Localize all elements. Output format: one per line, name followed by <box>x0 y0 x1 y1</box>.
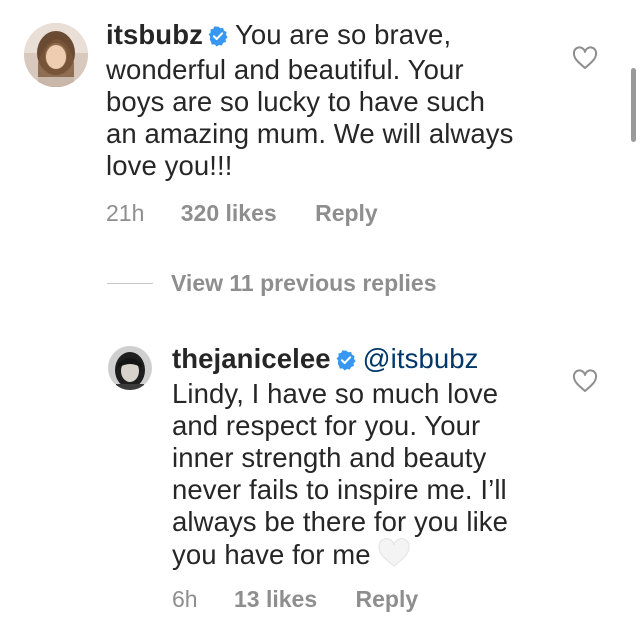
verified-badge-icon <box>335 346 357 378</box>
comment-line-text: never fails to inspire me. I’ll <box>172 474 507 505</box>
comment-line-text: an amazing mum. We will always <box>106 118 514 149</box>
comment-text: thejanicelee @itsbubz Lindy, I have so mu… <box>172 343 612 575</box>
comment-meta: 21h 320 likes Reply <box>106 200 378 227</box>
scrollbar[interactable] <box>631 68 636 142</box>
comment-line-text: boys are so lucky to have such <box>106 86 486 117</box>
username[interactable]: thejanicelee <box>172 343 331 374</box>
comment-line-text: You are so brave, <box>234 19 452 50</box>
comment-line-text: love you!!! <box>106 150 233 181</box>
comment-text: itsbubz You are so brave, wonderful and b… <box>106 19 586 182</box>
comment-line-text: inner strength and beauty <box>172 442 487 473</box>
comment-line-text: wonderful and beautiful. Your <box>106 54 464 85</box>
comment-meta: 6h 13 likes Reply <box>172 586 418 613</box>
comment-line: you have for me <box>172 538 612 575</box>
likes-count[interactable]: 13 likes <box>234 586 317 613</box>
verified-badge-icon <box>207 22 229 54</box>
comment-itsbubz: itsbubz You are so brave, wonderful and b… <box>0 0 640 240</box>
comment-thejanicelee: thejanicelee @itsbubz Lindy, I have so mu… <box>0 330 640 622</box>
comment-line-text: Lindy, I have so much love <box>172 378 499 409</box>
avatar-thejanicelee[interactable] <box>108 346 152 390</box>
heart-outline-icon[interactable] <box>572 369 598 398</box>
comment-line: thejanicelee @itsbubz <box>172 343 612 378</box>
avatar-image <box>108 346 152 390</box>
divider-line <box>107 283 153 284</box>
likes-count[interactable]: 320 likes <box>181 200 277 227</box>
white-heart-emoji-icon <box>377 538 411 575</box>
reply-button[interactable]: Reply <box>356 586 419 613</box>
username[interactable]: itsbubz <box>106 19 203 50</box>
avatar-itsbubz[interactable] <box>24 23 88 87</box>
avatar-image <box>24 23 88 87</box>
mention-link[interactable]: @itsbubz <box>363 343 479 374</box>
comment-line-text: you have for me <box>172 539 371 570</box>
comment-time: 6h <box>172 586 198 612</box>
comment-line-text: always be there for you like <box>172 506 509 537</box>
heart-outline-icon[interactable] <box>572 46 598 75</box>
reply-button[interactable]: Reply <box>315 200 378 227</box>
comment-line: itsbubz You are so brave, <box>106 19 586 54</box>
view-previous-replies[interactable]: View 11 previous replies <box>107 270 437 302</box>
comment-line-text: and respect for you. Your <box>172 410 481 441</box>
view-replies-label[interactable]: View 11 previous replies <box>171 270 437 297</box>
comment-time: 21h <box>106 200 145 226</box>
